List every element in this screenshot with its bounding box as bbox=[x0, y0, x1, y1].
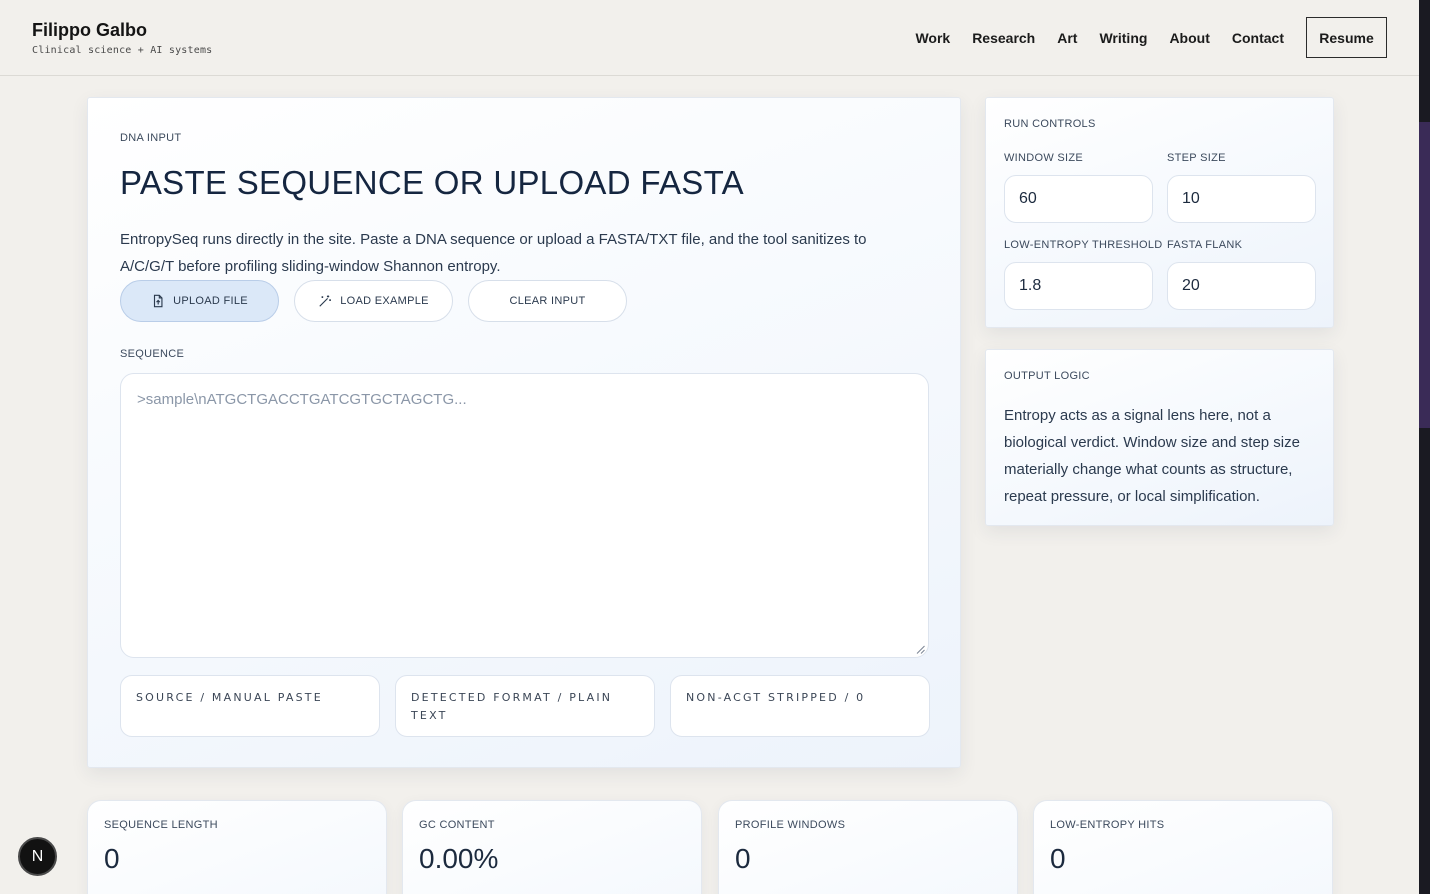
main-nav: Work Research Art Writing About Contact … bbox=[893, 17, 1387, 58]
sequence-textarea[interactable]: >sample\nATGCTGACCTGATCGTGCTAGCTG... bbox=[120, 373, 929, 658]
stat-label: LOW-ENTROPY HITS bbox=[1050, 819, 1165, 831]
input-description: EntropySeq runs directly in the site. Pa… bbox=[120, 231, 867, 275]
stat-gc-content: GC CONTENT 0.00% bbox=[402, 800, 702, 894]
clear-input-button[interactable]: CLEAR INPUT bbox=[468, 280, 627, 322]
run-controls-card: RUN CONTROLS WINDOW SIZE STEP SIZE 60 10… bbox=[985, 97, 1334, 328]
output-logic-card: OUTPUT LOGIC Entropy acts as a signal le… bbox=[985, 349, 1334, 526]
load-example-button[interactable]: LOAD EXAMPLE bbox=[294, 280, 453, 322]
threshold-value: 1.8 bbox=[1019, 277, 1042, 294]
stat-label: GC CONTENT bbox=[419, 819, 495, 831]
resize-grip-icon[interactable] bbox=[916, 645, 925, 654]
wand-icon bbox=[319, 295, 332, 307]
nav-contact[interactable]: Contact bbox=[1232, 30, 1284, 46]
load-example-label: LOAD EXAMPLE bbox=[340, 295, 429, 307]
source-chip: SOURCE / MANUAL PASTE bbox=[120, 675, 380, 737]
nextjs-badge[interactable]: N bbox=[18, 837, 57, 876]
nav-work[interactable]: Work bbox=[915, 30, 950, 46]
stat-value: 0 bbox=[735, 843, 751, 874]
window-size-input[interactable]: 60 bbox=[1004, 175, 1153, 223]
stat-value: 0 bbox=[1050, 843, 1066, 874]
window-size-label: WINDOW SIZE bbox=[1004, 152, 1084, 164]
nav-research[interactable]: Research bbox=[972, 30, 1035, 46]
stat-label: SEQUENCE LENGTH bbox=[104, 819, 218, 831]
input-meta-row: SOURCE / MANUAL PASTE DETECTED FORMAT / … bbox=[120, 675, 930, 737]
run-controls-eyebrow: RUN CONTROLS bbox=[1004, 118, 1096, 130]
input-title: PASTE SEQUENCE OR UPLOAD FASTA bbox=[120, 164, 744, 201]
stat-profile-windows: PROFILE WINDOWS 0 bbox=[718, 800, 1018, 894]
file-upload-icon bbox=[154, 294, 163, 308]
brand-tagline: Clinical science + AI systems bbox=[32, 45, 213, 56]
sequence-label: SEQUENCE bbox=[120, 348, 185, 360]
output-logic-text: Entropy acts as a signal lens here, not … bbox=[1004, 407, 1300, 505]
threshold-input[interactable]: 1.8 bbox=[1004, 262, 1153, 310]
stat-value: 0 bbox=[104, 843, 120, 874]
stat-value: 0.00% bbox=[419, 843, 499, 874]
output-logic-eyebrow: OUTPUT LOGIC bbox=[1004, 370, 1090, 382]
stripped-chip: NON-ACGT STRIPPED / 0 bbox=[670, 675, 930, 737]
sequence-placeholder: >sample\nATGCTGACCTGATCGTGCTAGCTG... bbox=[137, 391, 467, 408]
stat-label: PROFILE WINDOWS bbox=[735, 819, 846, 831]
nav-writing[interactable]: Writing bbox=[1099, 30, 1147, 46]
window-size-value: 60 bbox=[1019, 190, 1037, 207]
step-size-value: 10 bbox=[1182, 190, 1200, 207]
step-size-label: STEP SIZE bbox=[1167, 152, 1226, 164]
step-size-input[interactable]: 10 bbox=[1167, 175, 1316, 223]
scrollbar-thumb[interactable] bbox=[1419, 122, 1430, 428]
clear-input-label: CLEAR INPUT bbox=[509, 295, 586, 307]
threshold-label: LOW-ENTROPY THRESHOLD bbox=[1004, 239, 1163, 251]
resume-button[interactable]: Resume bbox=[1306, 17, 1387, 58]
format-chip: DETECTED FORMAT / PLAIN TEXT bbox=[395, 675, 655, 737]
input-actions: UPLOAD FILE LOAD EXAMPLE CLEAR INPUT bbox=[120, 280, 627, 322]
nav-art[interactable]: Art bbox=[1057, 30, 1077, 46]
brand-name[interactable]: Filippo Galbo bbox=[32, 20, 147, 41]
stat-low-entropy-hits: LOW-ENTROPY HITS 0 bbox=[1033, 800, 1333, 894]
fasta-flank-input[interactable]: 20 bbox=[1167, 262, 1316, 310]
nav-about[interactable]: About bbox=[1169, 30, 1209, 46]
dna-input-eyebrow: DNA INPUT bbox=[120, 132, 182, 144]
fasta-flank-value: 20 bbox=[1182, 277, 1200, 294]
fasta-flank-label: FASTA FLANK bbox=[1167, 239, 1243, 251]
upload-file-button[interactable]: UPLOAD FILE bbox=[120, 280, 279, 322]
site-header: Filippo Galbo Clinical science + AI syst… bbox=[0, 0, 1419, 76]
upload-file-label: UPLOAD FILE bbox=[173, 295, 248, 307]
stat-sequence-length: SEQUENCE LENGTH 0 bbox=[87, 800, 387, 894]
page-scrollbar[interactable] bbox=[1419, 0, 1430, 894]
dna-input-card: DNA INPUT PASTE SEQUENCE OR UPLOAD FASTA… bbox=[87, 97, 961, 768]
